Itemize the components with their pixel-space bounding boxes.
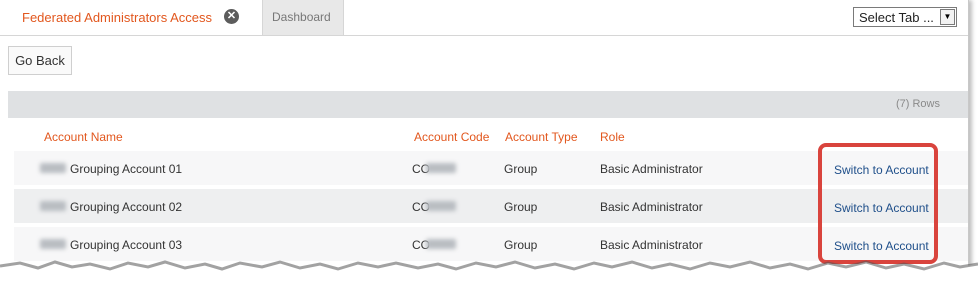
tab-label: Federated Administrators Access: [22, 10, 213, 25]
redacted-text: [426, 163, 456, 173]
go-back-button[interactable]: Go Back: [8, 46, 72, 75]
redacted-text: [426, 201, 456, 211]
column-header-role: Role: [600, 130, 625, 144]
select-tab-dropdown[interactable]: Select Tab ... ▼: [853, 7, 957, 27]
role: Basic Administrator: [600, 200, 703, 214]
account-type: Group: [504, 162, 538, 176]
redacted-text: [40, 201, 66, 211]
account-name: Grouping Account 02: [70, 200, 183, 214]
highlight-annotation: [818, 143, 938, 264]
account-name: Grouping Account 01: [70, 162, 183, 176]
account-type: Group: [504, 200, 538, 214]
redacted-text: [40, 239, 66, 249]
account-type: Group: [504, 238, 538, 252]
role: Basic Administrator: [600, 162, 703, 176]
redacted-text: [40, 163, 66, 173]
account-name: Grouping Account 03: [70, 238, 183, 252]
select-tab-value: Select Tab ...: [859, 10, 934, 25]
rows-count: (7) Rows: [895, 98, 940, 110]
close-icon[interactable]: ✕: [224, 9, 239, 24]
column-header-account-code: Account Code: [414, 130, 490, 144]
column-header-account-name: Account Name: [44, 130, 123, 144]
column-header-account-type: Account Type: [505, 130, 578, 144]
chevron-down-icon[interactable]: ▼: [940, 9, 955, 25]
redacted-text: [426, 239, 456, 249]
tab-dashboard[interactable]: Dashboard: [262, 0, 344, 35]
rows-count-bar: (7) Rows: [8, 91, 968, 118]
federated-admin-panel: Federated Administrators Access ✕ Dashbo…: [0, 0, 969, 285]
tab-bar: Federated Administrators Access ✕ Dashbo…: [0, 0, 968, 36]
tab-federated-administrators-access[interactable]: Federated Administrators Access ✕: [0, 0, 262, 35]
tab-label: Dashboard: [272, 10, 331, 24]
role: Basic Administrator: [600, 238, 703, 252]
torn-edge-decoration: [0, 260, 978, 285]
